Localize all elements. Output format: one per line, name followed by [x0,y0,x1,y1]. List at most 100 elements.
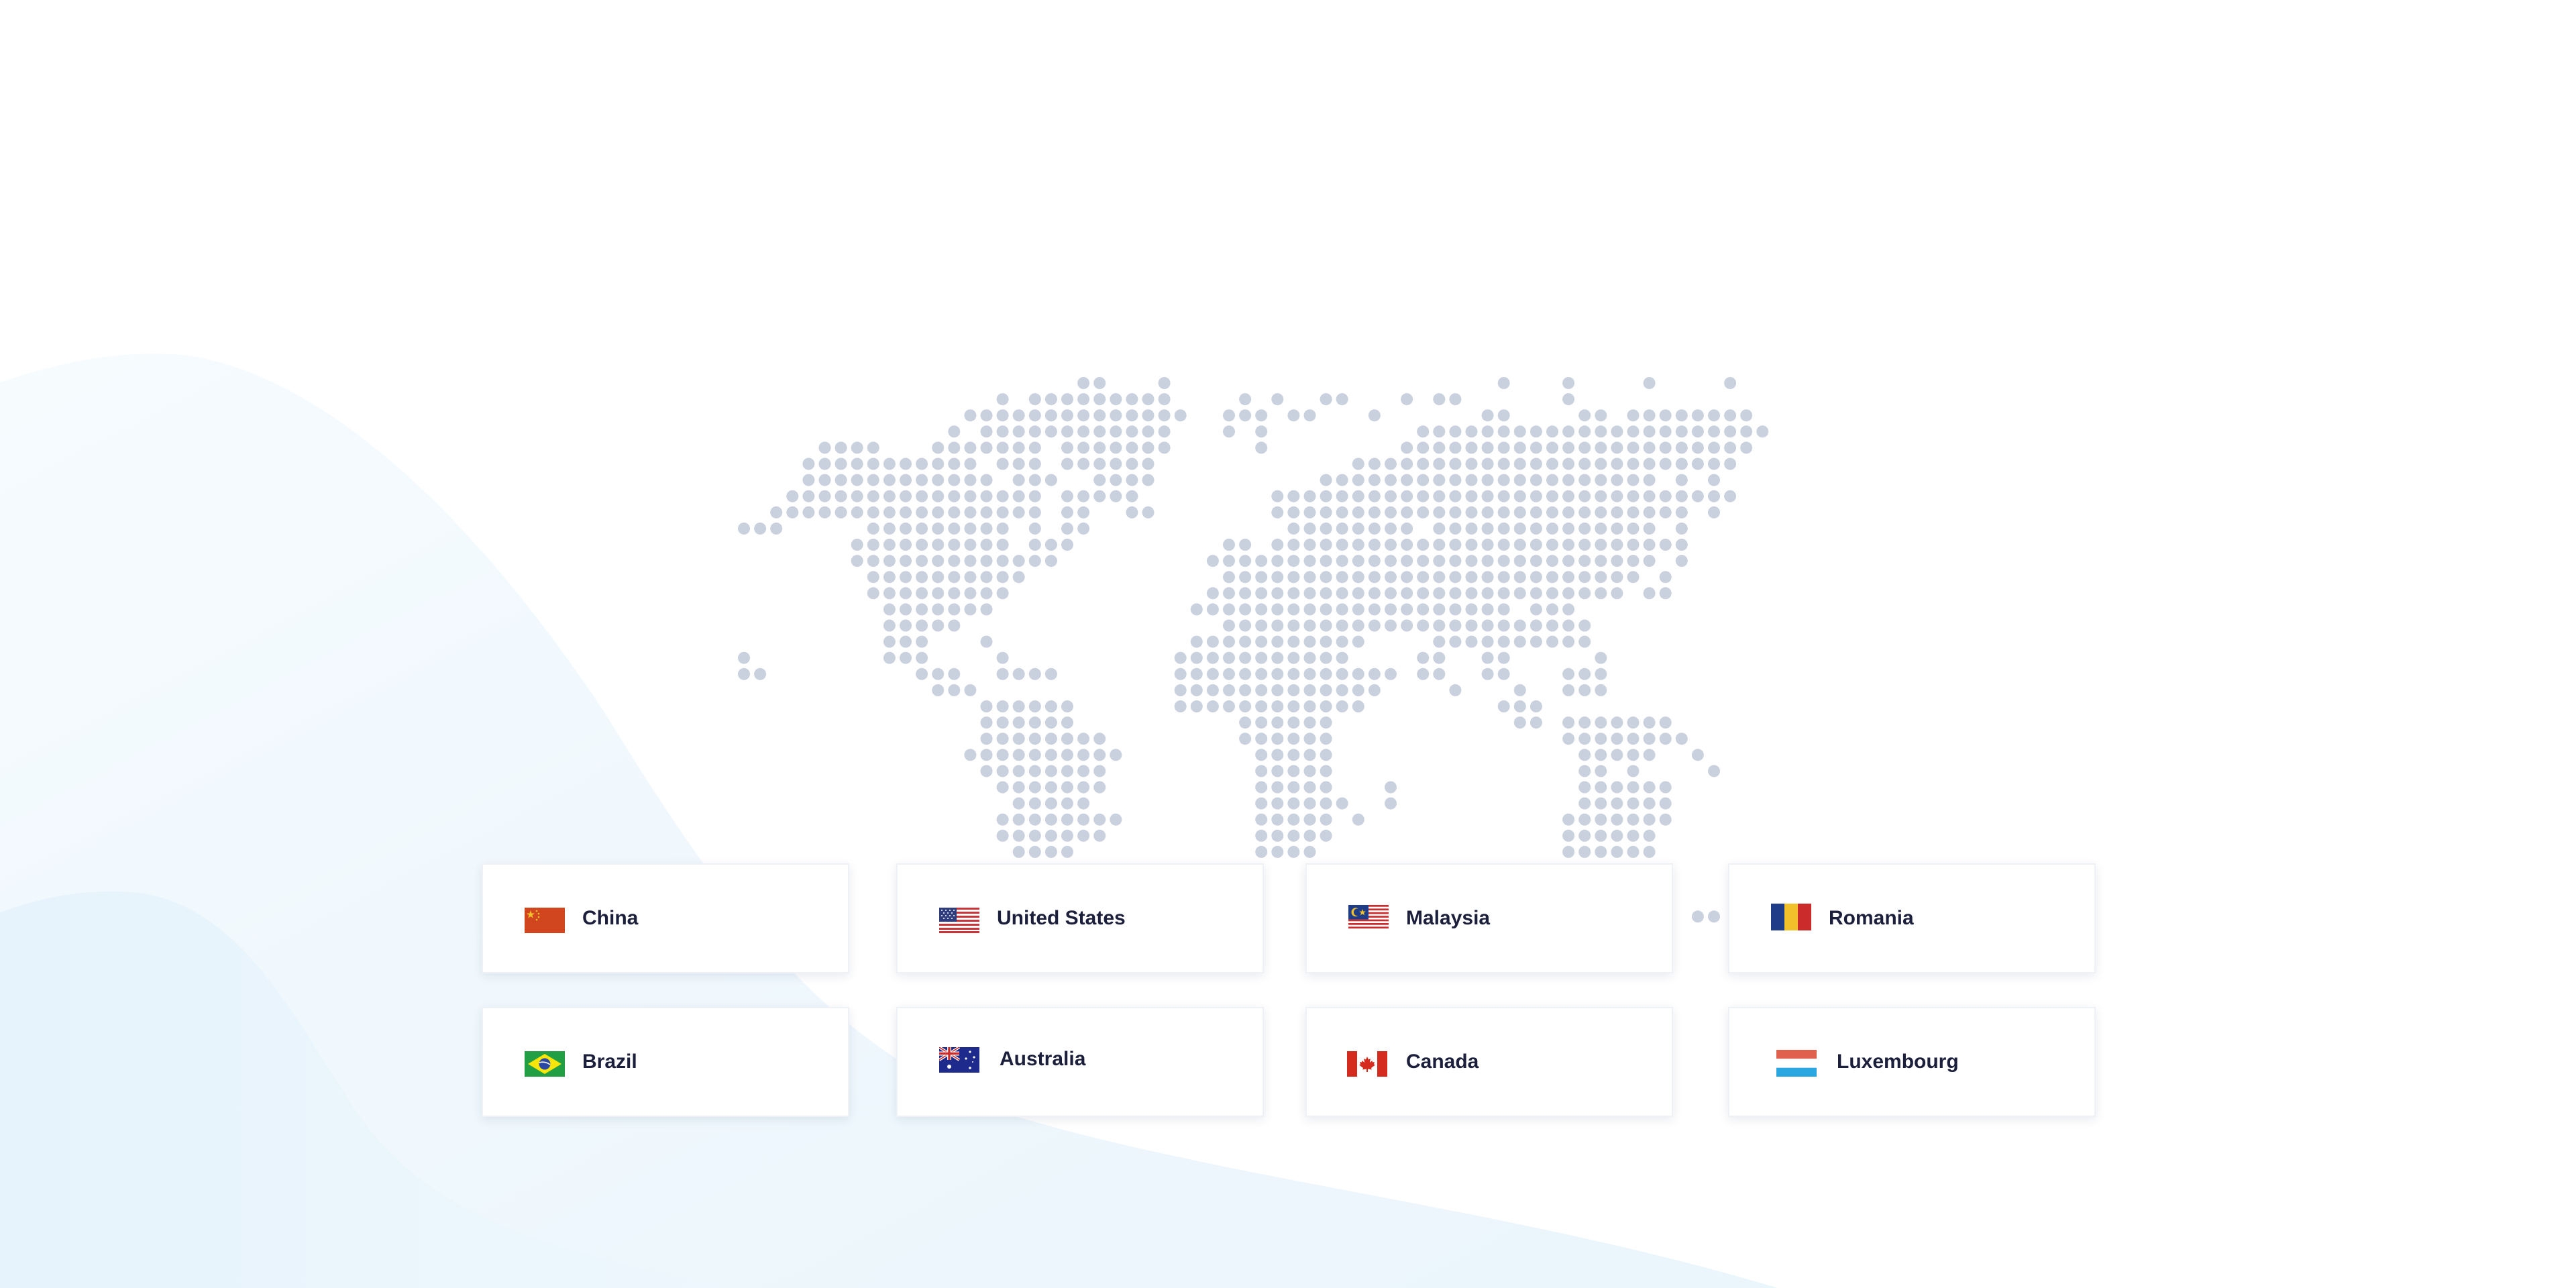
map-dot [1077,425,1090,438]
map-dot [1562,587,1575,600]
map-dot [1044,667,1057,680]
map-dot [1562,539,1575,551]
map-dot [738,667,750,680]
map-dot [1562,845,1575,858]
map-dot [1352,813,1364,826]
country-card-canada[interactable]: Canada [1305,1007,1673,1117]
map-dot [1028,490,1041,502]
map-dot [1352,506,1364,519]
map-dot [1513,458,1526,470]
map-dot [1513,506,1526,519]
map-dot [1239,635,1252,648]
map-dot [1158,409,1171,422]
map-dot [1093,377,1106,389]
map-dot [1385,797,1397,810]
map-dot [1255,749,1268,761]
map-dot [1368,555,1381,568]
map-dot [1401,587,1413,600]
map-dot [1287,829,1300,842]
map-dot [1352,619,1364,632]
map-dot [1691,749,1704,761]
map-dot [1368,409,1381,422]
map-dot [1385,490,1397,502]
map-dot [1336,506,1348,519]
map-dot [1174,700,1187,712]
map-dot [1320,716,1332,729]
map-dot [1578,409,1591,422]
map-dot [1061,829,1073,842]
map-dot [1578,587,1591,600]
map-dot [1303,490,1316,502]
map-dot [1271,765,1284,777]
map-dot [1239,603,1252,616]
map-dot [1433,506,1446,519]
map-dot [1223,555,1235,568]
map-dot [1044,845,1057,858]
map-dot [1433,393,1446,406]
map-dot [1611,733,1623,745]
map-dot [1385,555,1397,568]
country-card-luxembourg[interactable]: Luxembourg [1728,1007,2096,1117]
map-dot [1627,539,1640,551]
map-dot [1659,425,1672,438]
map-dot [1659,571,1672,584]
map-dot [1465,458,1478,470]
map-dot [1271,635,1284,648]
map-dot [1320,619,1332,632]
map-dot [1223,684,1235,696]
map-dot [1529,441,1542,454]
map-dot [1271,733,1284,745]
map-dot [1320,555,1332,568]
map-dot [1595,522,1607,535]
map-dot [1061,458,1073,470]
map-dot [1578,813,1591,826]
map-dot [818,506,831,519]
map-dot [1271,716,1284,729]
dotted-world-map [738,377,1769,923]
map-dot [1239,393,1252,406]
map-dot [932,587,945,600]
country-card-australia[interactable]: Australia [896,1007,1264,1117]
map-dot [1595,474,1607,486]
map-dot [1578,555,1591,568]
map-dot [802,458,815,470]
map-dot [1271,684,1284,696]
map-dot [1546,490,1558,502]
canada-flag-icon [1347,1051,1387,1077]
map-dot [1385,781,1397,794]
map-dot [1562,425,1575,438]
country-card-china[interactable]: China [482,863,849,973]
map-dot [1529,506,1542,519]
map-dot [1352,603,1364,616]
map-dot [1287,555,1300,568]
map-dot [1239,409,1252,422]
map-dot [1708,490,1720,502]
map-dot [1012,409,1025,422]
map-dot [1336,555,1348,568]
map-dot [1287,716,1300,729]
map-dot [1578,733,1591,745]
map-dot [1401,522,1413,535]
country-card-romania[interactable]: Romania [1728,863,2096,973]
country-card-united-states[interactable]: United States [896,863,1264,973]
map-dot [1417,619,1430,632]
map-dot [1061,393,1073,406]
country-card-brazil[interactable]: Brazil [482,1007,849,1117]
map-dot [1223,409,1235,422]
map-dot [1481,635,1494,648]
map-dot [1465,441,1478,454]
map-dot [1028,749,1041,761]
map-dot [1190,700,1203,712]
map-dot [835,458,847,470]
map-dot [916,539,928,551]
map-dot [1595,684,1607,696]
map-dot [996,522,1009,535]
map-dot [1303,587,1316,600]
map-dot [1012,716,1025,729]
country-card-malaysia[interactable]: Malaysia [1305,863,1673,973]
map-dot [1513,490,1526,502]
map-dot [1028,393,1041,406]
map-dot [1126,474,1138,486]
map-dot [996,425,1009,438]
map-dot [1708,506,1720,519]
